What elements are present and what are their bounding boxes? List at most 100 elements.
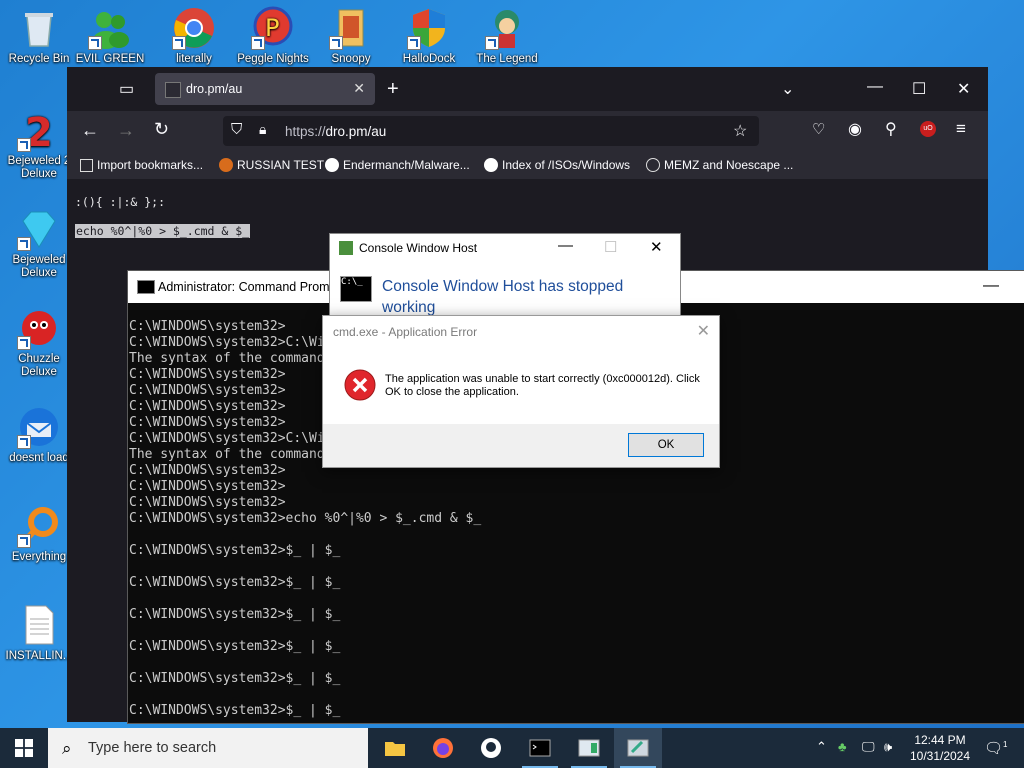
cmd-line — [129, 655, 481, 671]
taskbar-command-prompt[interactable] — [516, 728, 564, 768]
doesnt-load-shortcut[interactable]: doesnt load — [1, 405, 77, 465]
maximize-icon[interactable]: ☐ — [912, 79, 926, 99]
cmd-title: Administrator: Command Prompt — [158, 280, 341, 294]
cmd-minimize-icon[interactable]: — — [983, 277, 999, 295]
shield-icon — [407, 6, 451, 50]
magnifier-icon — [17, 504, 61, 548]
taskbar-console-host[interactable] — [614, 728, 662, 768]
bookmark-russian-test[interactable]: RUSSIAN TEST — [219, 158, 324, 172]
selected-page-text-line[interactable]: echo %0^|%0 > $_.cmd & $_ — [75, 224, 251, 238]
desktop-icon-label: Recycle Bin — [8, 53, 70, 65]
url-text[interactable]: https://dro.pm/au — [285, 124, 386, 139]
close-window-icon[interactable]: ✕ — [957, 79, 970, 99]
ublock-icon[interactable]: uO — [920, 121, 936, 137]
notifications-icon[interactable]: 🗨︎1 — [984, 739, 1008, 757]
chuzzle-shortcut[interactable]: Chuzzle Deluxe — [1, 306, 77, 379]
cmd-icon — [137, 280, 155, 294]
dialog-title: Console Window Host — [359, 241, 478, 255]
dialog-footer: OK — [323, 424, 719, 467]
minimize-icon[interactable]: — — [867, 78, 883, 96]
search-placeholder: Type here to search — [88, 740, 217, 756]
installing-file[interactable]: INSTALLIN... — [1, 603, 77, 663]
bookmark-memz[interactable]: MEMZ and Noescape ... — [646, 158, 793, 172]
snoopy-shortcut[interactable]: Snoopy — [313, 6, 389, 66]
bookmark-label: MEMZ and Noescape ... — [664, 158, 794, 172]
globe-icon — [646, 158, 660, 172]
bookmark-label: Endermanch/Malware... — [343, 158, 470, 172]
console-host-icon — [627, 739, 649, 757]
taskbar-window[interactable] — [565, 728, 613, 768]
bejeweled-shortcut[interactable]: Bejeweled Deluxe — [1, 207, 77, 280]
chuzzle-icon — [17, 306, 61, 350]
chrome-icon — [172, 6, 216, 50]
evil-green-shortcut[interactable]: EVIL GREEN — [72, 6, 148, 66]
peggle-nights-shortcut[interactable]: P Peggle Nights — [235, 6, 311, 66]
forward-icon[interactable]: → — [117, 120, 135, 141]
show-hidden-icons-icon[interactable]: ⌃ — [816, 739, 827, 755]
recycle-bin-shortcut[interactable]: Recycle Bin — [1, 6, 77, 66]
tab-manager-icon[interactable]: ▭ — [119, 79, 134, 99]
hallodock-shortcut[interactable]: HalloDock — [391, 6, 467, 66]
account-icon[interactable]: ◉ — [848, 119, 862, 139]
tab-close-icon[interactable]: ✕ — [353, 80, 365, 97]
bookmark-favicon-icon — [219, 158, 233, 172]
menu-icon[interactable]: ≡ — [956, 119, 966, 139]
bookmark-isos[interactable]: Index of /ISOs/Windows — [484, 158, 630, 172]
volume-icon[interactable]: 🕪︎ — [884, 739, 892, 755]
bejeweled-2-shortcut[interactable]: 2 Bejeweled 2 Deluxe — [1, 108, 77, 181]
close-icon[interactable]: ✕ — [697, 321, 710, 341]
ok-button[interactable]: OK — [628, 433, 704, 457]
console-icon: C:\_ — [340, 276, 372, 302]
desktop-icon-label: literally — [176, 53, 212, 65]
desktop-icon-label: HalloDock — [402, 53, 456, 65]
bookmark-endermanch[interactable]: Endermanch/Malware... — [325, 158, 470, 172]
extensions-icon[interactable]: ⚲ — [885, 119, 897, 139]
clock-time: 12:44 PM — [914, 733, 966, 747]
cmd-line: C:\WINDOWS\system32> — [129, 479, 286, 494]
bookmark-label: RUSSIAN TEST — [237, 158, 325, 172]
minimize-icon[interactable]: — — [558, 237, 573, 254]
lock-icon[interactable]: 🔒︎ — [259, 121, 266, 138]
url-bar[interactable]: ⛉ 🔒︎ https://dro.pm/au ☆ — [223, 116, 759, 146]
bookmark-star-icon[interactable]: ☆ — [733, 121, 747, 141]
cmd-line: C:\WINDOWS\system32>$_ | $_ — [129, 639, 341, 654]
error-icon — [344, 369, 376, 401]
bejeweled-2-icon: 2 — [17, 108, 61, 156]
list-all-tabs-icon[interactable]: ⌄ — [781, 79, 794, 99]
close-icon[interactable]: ✕ — [650, 238, 663, 256]
windows-logo-icon — [15, 739, 33, 757]
clock[interactable]: 12:44 PM 10/31/2024 — [900, 732, 980, 764]
cmd-line: C:\WINDOWS\system32>$_ | $_ — [129, 671, 341, 686]
taskbar-github[interactable] — [467, 728, 515, 768]
network-icon[interactable]: 🖵︎ — [862, 739, 875, 755]
reload-icon[interactable]: ↻ — [154, 119, 169, 140]
tab-favicon-icon — [165, 82, 181, 98]
shield-icon[interactable]: ⛉ — [231, 121, 242, 138]
snoopy-icon — [329, 6, 373, 50]
window-icon — [578, 739, 600, 757]
new-tab-icon[interactable]: + — [387, 78, 399, 101]
taskbar-firefox[interactable] — [419, 728, 467, 768]
desktop-icon-label: The Legend — [476, 53, 538, 65]
desktop-icon-label: Snoopy — [331, 53, 371, 65]
application-error-dialog: cmd.exe - Application Error ✕ The applic… — [322, 315, 720, 468]
navigation-toolbar: ← → ↻ ⛉ 🔒︎ https://dro.pm/au ☆ ♡ ◉ ⚲ uO … — [67, 111, 988, 151]
people-icon — [88, 6, 132, 50]
console-window-host-dialog: Console Window Host — ☐ ✕ C:\_ Console W… — [329, 233, 681, 319]
clock-date: 10/31/2024 — [909, 749, 971, 763]
cmd-line: C:\WINDOWS\system32>$_ | $_ — [129, 575, 341, 590]
notification-count: 1 — [1003, 740, 1008, 749]
tray-app-icon[interactable]: ♣ — [838, 739, 847, 754]
dialog-title: cmd.exe - Application Error — [333, 325, 478, 339]
literally-shortcut[interactable]: literally — [156, 6, 232, 66]
the-legend-shortcut[interactable]: The Legend — [469, 6, 545, 66]
taskbar-file-explorer[interactable] — [371, 728, 419, 768]
pocket-icon[interactable]: ♡ — [812, 120, 825, 138]
back-icon[interactable]: ← — [81, 120, 99, 141]
bookmark-import[interactable]: Import bookmarks... — [80, 158, 203, 172]
search-box[interactable]: ⌕ Type here to search — [48, 728, 368, 768]
everything-shortcut[interactable]: Everything — [1, 504, 77, 564]
browser-tab[interactable]: dro.pm/au ✕ — [155, 73, 375, 105]
start-button[interactable] — [0, 728, 48, 768]
url-scheme: https:// — [285, 124, 326, 139]
